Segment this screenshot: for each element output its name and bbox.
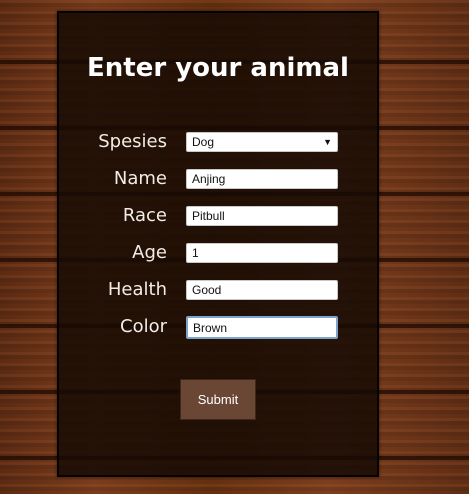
name-input[interactable]: [186, 169, 338, 189]
age-input[interactable]: [186, 243, 338, 263]
race-row: Race: [59, 205, 377, 229]
name-row: Name: [59, 168, 377, 192]
animal-form-panel: Enter your animal Spesies Dog ▼ Name Rac…: [57, 11, 379, 477]
color-input[interactable]: [186, 316, 338, 339]
health-label: Health: [107, 279, 167, 300]
race-input[interactable]: [186, 206, 338, 226]
color-label: Color: [120, 316, 167, 337]
form-title: Enter your animal: [87, 53, 349, 83]
health-row: Health: [59, 279, 377, 303]
species-label: Spesies: [98, 131, 167, 152]
age-row: Age: [59, 242, 377, 266]
color-row: Color: [59, 316, 377, 340]
age-label: Age: [132, 242, 167, 263]
name-label: Name: [113, 168, 167, 189]
dropdown-arrow-icon: ▼: [323, 137, 332, 147]
species-select[interactable]: Dog ▼: [186, 132, 338, 152]
health-input[interactable]: [186, 280, 338, 300]
submit-button[interactable]: Submit: [180, 379, 256, 420]
race-label: Race: [122, 205, 167, 226]
species-row: Spesies Dog ▼: [59, 131, 377, 155]
species-selected-value: Dog: [192, 135, 215, 149]
